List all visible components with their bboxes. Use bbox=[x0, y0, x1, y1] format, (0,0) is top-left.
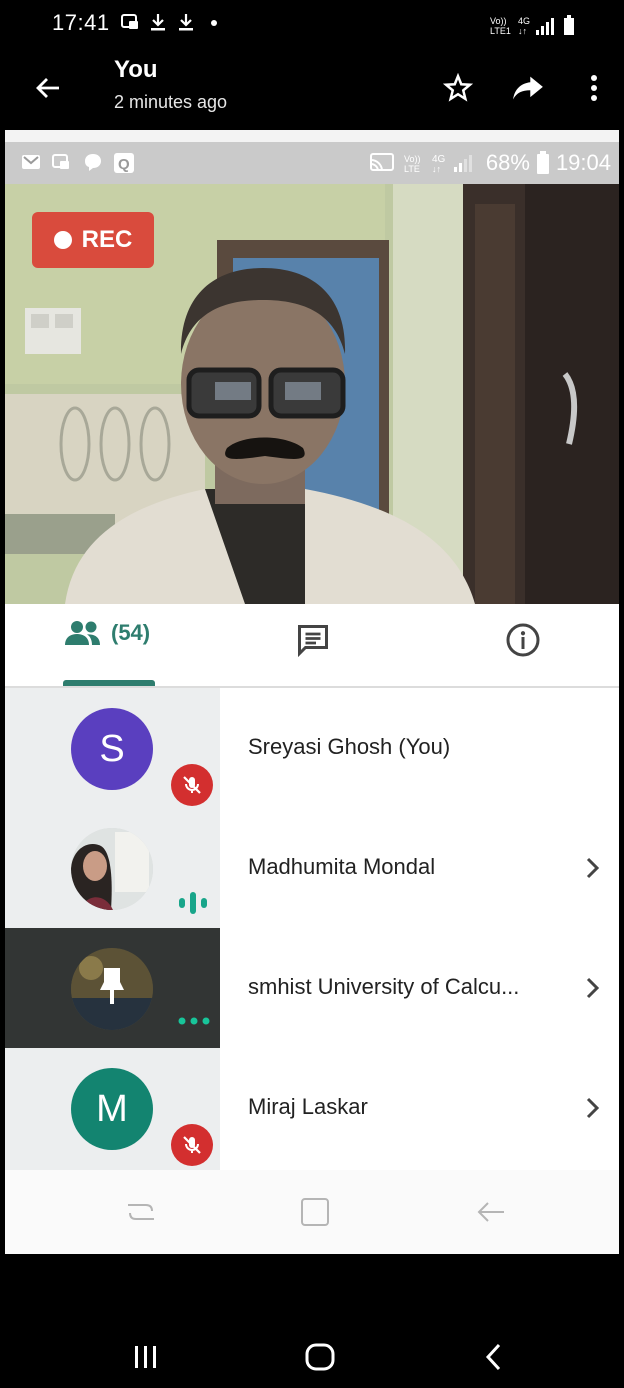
page-title: You bbox=[114, 56, 158, 83]
participant-name: Madhumita Mondal bbox=[248, 854, 436, 879]
svg-text:Vo)): Vo)) bbox=[490, 16, 507, 26]
system-navigation-bar bbox=[0, 1254, 624, 1388]
record-dot-icon bbox=[53, 231, 72, 249]
inner-status-right: Vo)) LTE 4G ↓↑ 68% 19:04 bbox=[368, 150, 611, 176]
people-icon bbox=[65, 621, 100, 645]
inner-navigation-bar bbox=[5, 1170, 619, 1254]
recent-apps-button[interactable] bbox=[116, 1334, 176, 1380]
dot-icon bbox=[206, 12, 226, 32]
active-tab-indicator bbox=[63, 680, 155, 686]
inner-status-bar: Q Vo)) LTE 4G ↓↑ 68% 19:04 bbox=[5, 142, 619, 184]
tab-info[interactable] bbox=[505, 622, 545, 662]
more-options-button[interactable] bbox=[574, 68, 614, 108]
participant-row[interactable]: Madhumita Mondal bbox=[5, 808, 619, 928]
mic-off-icon bbox=[183, 776, 201, 794]
viewer-header: You 2 minutes ago bbox=[0, 48, 624, 130]
profile-photo bbox=[71, 828, 153, 910]
recent-apps-icon bbox=[135, 1346, 156, 1368]
mic-off-icon bbox=[183, 1136, 201, 1154]
participant-list: S Sreyasi Ghosh (You) Madhumita Mondal s… bbox=[5, 688, 619, 1170]
star-icon bbox=[443, 73, 473, 102]
info-icon bbox=[506, 623, 540, 657]
signal-icon: 4G↓↑ bbox=[432, 154, 472, 174]
back-button[interactable] bbox=[464, 1334, 524, 1380]
svg-text:LTE1: LTE1 bbox=[490, 26, 511, 36]
tab-bar: (54) bbox=[5, 604, 619, 688]
home-icon bbox=[305, 1343, 335, 1371]
svg-text:↓↑: ↓↑ bbox=[518, 26, 527, 36]
recording-label: REC bbox=[81, 226, 133, 253]
page-subtitle: 2 minutes ago bbox=[114, 92, 228, 112]
tab-chat[interactable] bbox=[295, 622, 335, 662]
arrow-back-icon bbox=[36, 78, 59, 98]
avatar: M bbox=[71, 1068, 153, 1150]
gmail-icon bbox=[21, 152, 41, 172]
recording-badge: REC bbox=[32, 212, 154, 268]
svg-text:Vo)): Vo)) bbox=[404, 154, 421, 164]
more-horiz-icon bbox=[177, 1014, 211, 1032]
battery-icon bbox=[536, 151, 549, 174]
more-vert-icon bbox=[591, 75, 597, 101]
pin-icon bbox=[97, 966, 127, 1011]
screenshot-image: REC Q Vo)) LTE 4G ↓↑ 68% 19:04 (54) S Sr… bbox=[5, 130, 619, 1254]
share-icon bbox=[513, 76, 543, 100]
participant-count: (54) bbox=[111, 620, 151, 645]
mic-off-badge bbox=[171, 1124, 213, 1166]
svg-text:Q: Q bbox=[118, 156, 130, 173]
screenshot-icon bbox=[120, 12, 140, 32]
participant-row[interactable]: M Miraj Laskar bbox=[5, 1048, 619, 1170]
participant-row[interactable]: S Sreyasi Ghosh (You) bbox=[5, 688, 619, 808]
audio-wave-icon bbox=[179, 892, 207, 914]
inner-status-time: 19:04 bbox=[555, 150, 611, 175]
chevron-right-icon[interactable] bbox=[579, 970, 607, 1006]
participant-name: Miraj Laskar bbox=[248, 1094, 368, 1119]
cast-icon bbox=[369, 153, 394, 172]
home-icon bbox=[295, 1192, 335, 1232]
svg-text:4G: 4G bbox=[518, 16, 530, 26]
tab-people[interactable]: (54) bbox=[63, 620, 150, 646]
video-feed: REC bbox=[5, 184, 619, 604]
chat-icon bbox=[83, 152, 103, 172]
network-status: Vo)) LTE1 4G ↓↑ bbox=[490, 14, 582, 42]
battery-percent: 68% bbox=[485, 150, 530, 175]
volte-icon: Vo))LTE bbox=[404, 154, 421, 174]
star-button[interactable] bbox=[438, 68, 478, 108]
back-icon bbox=[471, 1192, 511, 1232]
q-icon: Q bbox=[113, 152, 134, 173]
chat-icon bbox=[298, 625, 328, 658]
avatar bbox=[71, 828, 153, 910]
status-time: 17:41 bbox=[52, 10, 110, 35]
participant-name: smhist University of Calcu... bbox=[248, 974, 520, 999]
download-icon bbox=[148, 12, 168, 32]
share-button[interactable] bbox=[508, 68, 548, 108]
participant-row[interactable]: smhist University of Calcu... bbox=[5, 928, 619, 1048]
mic-off-badge bbox=[171, 764, 213, 806]
chevron-right-icon[interactable] bbox=[579, 1090, 607, 1126]
avatar: S bbox=[71, 708, 153, 790]
svg-text:LTE: LTE bbox=[404, 164, 420, 174]
status-bar: 17:41 Vo)) LTE1 4G ↓↑ bbox=[0, 0, 624, 48]
screenshot-icon bbox=[51, 152, 71, 172]
chevron-right-icon[interactable] bbox=[579, 850, 607, 886]
recent-apps-icon bbox=[121, 1192, 161, 1232]
chevron-left-icon bbox=[485, 1343, 501, 1371]
back-button[interactable] bbox=[28, 68, 68, 108]
speaking-indicator bbox=[177, 890, 211, 921]
participant-name: Sreyasi Ghosh (You) bbox=[248, 734, 451, 759]
home-button[interactable] bbox=[290, 1334, 350, 1380]
svg-text:↓↑: ↓↑ bbox=[432, 164, 441, 174]
download-icon bbox=[176, 12, 196, 32]
